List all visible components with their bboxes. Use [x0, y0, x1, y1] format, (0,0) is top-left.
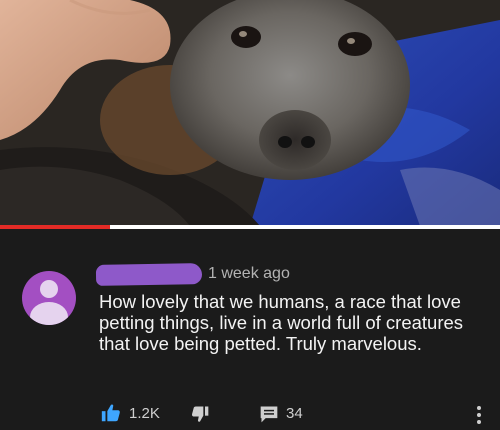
like-count: 1.2K [129, 405, 160, 422]
reply-count: 34 [286, 405, 303, 422]
thumbs-down-icon[interactable] [190, 404, 210, 424]
more-vertical-icon[interactable] [475, 405, 483, 425]
comment-text: How lovely that we humans, a race that l… [99, 291, 464, 354]
user-avatar-icon[interactable] [22, 271, 76, 325]
video-thumbnail[interactable] [0, 0, 500, 226]
avatar-body [30, 302, 68, 325]
comment-timestamp: 1 week ago [208, 265, 290, 282]
comment-actions: 1.2K 34 [0, 401, 500, 427]
thumbs-up-icon[interactable] [100, 402, 122, 424]
bat-photo [0, 0, 500, 226]
avatar-head [40, 280, 58, 298]
redacted-author-name [95, 263, 203, 286]
reply-icon[interactable] [259, 404, 279, 424]
comment: 1 week ago How lovely that we humans, a … [0, 229, 500, 430]
